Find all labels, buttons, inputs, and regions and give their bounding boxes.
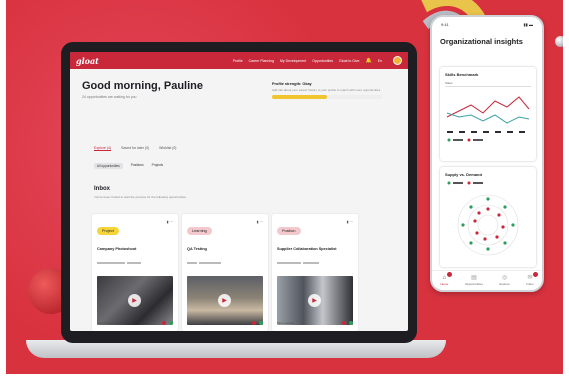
dislike-icon[interactable] xyxy=(252,321,256,325)
laptop-frame: gloat Profile Career Planning My Develop… xyxy=(61,42,417,343)
filter-positions[interactable]: Positions xyxy=(131,163,144,169)
phone-status-bar: 9:41 ▮▮ ▬ xyxy=(432,17,542,27)
inbox-heading: Inbox xyxy=(94,186,110,192)
user-avatar[interactable] xyxy=(393,56,402,65)
tab-inbox[interactable]: ✉ Inbox xyxy=(526,272,538,286)
skills-benchmark-title: Skills Benchmark xyxy=(445,72,479,77)
card-footer: More Details xyxy=(97,321,173,325)
skills-benchmark-panel: Skills Benchmark Sales xyxy=(440,67,536,161)
card-meta-placeholder xyxy=(277,254,353,272)
tab-saved-for-later[interactable]: Saved for later (0) xyxy=(121,146,149,151)
card-tag: Project xyxy=(97,227,119,235)
nav-link-profile[interactable]: Profile xyxy=(233,59,243,63)
opportunity-filter-tabs: All opportunities Positions Projects xyxy=(94,163,163,169)
app-logo[interactable]: gloat xyxy=(76,56,99,66)
card-tag: Learning xyxy=(187,227,212,235)
supply-demand-panel: Supply vs. Demand xyxy=(440,167,536,267)
opportunity-card[interactable]: Position ▮ ⋯ Supplier Collaboration Spec… xyxy=(272,214,358,331)
opportunity-card[interactable]: Learning ▮ ⋯ QA Testing ▶ More Details xyxy=(182,214,268,331)
bell-icon[interactable]: 🔔 xyxy=(365,58,371,64)
play-icon[interactable]: ▶ xyxy=(218,294,231,307)
explore-tabs: Explore (4) Saved for later (0) Wishlist… xyxy=(94,146,176,151)
like-icon[interactable] xyxy=(169,321,173,325)
card-video-thumbnail[interactable]: ▶ xyxy=(277,276,353,325)
tab-wishlist[interactable]: Wishlist (0) xyxy=(159,146,176,151)
signal-icon: ▮▮ ▬ xyxy=(523,22,533,27)
profile-strength-title: Profile strength: Okay xyxy=(272,82,312,86)
opportunity-card[interactable]: Project ▮ ⋯ Company Photoshoot ▶ More De… xyxy=(92,214,178,331)
inbox-subtitle: You've been invited to start the process… xyxy=(94,195,187,199)
like-icon[interactable] xyxy=(349,321,353,325)
phone-mockup: 9:41 ▮▮ ▬ Organizational insights Skills… xyxy=(430,15,544,292)
profile-strength-description: Add info about your career history to yo… xyxy=(272,88,381,92)
card-video-thumbnail[interactable]: ▶ xyxy=(187,276,263,325)
nav-link-career-planning[interactable]: Career Planning xyxy=(249,59,274,63)
dislike-icon[interactable] xyxy=(342,321,346,325)
notification-badge xyxy=(532,272,538,277)
laptop-screen: gloat Profile Career Planning My Develop… xyxy=(70,52,408,331)
tab-explore[interactable]: ◎ Explore xyxy=(500,275,510,286)
profile-strength-bar xyxy=(272,95,382,99)
card-video-thumbnail[interactable]: ▶ xyxy=(97,276,173,325)
tab-explore[interactable]: Explore (4) xyxy=(94,146,112,151)
card-meta-placeholder xyxy=(97,254,173,272)
more-details-link[interactable]: More Details xyxy=(97,321,114,325)
card-title: Supplier Collaboration Specialist xyxy=(277,247,337,251)
tab-opportunities[interactable]: ▤ Opportunities xyxy=(465,275,483,286)
background-scene: gloat Profile Career Planning My Develop… xyxy=(6,0,563,374)
language-selector[interactable]: En xyxy=(378,59,382,63)
tab-inbox-label: Inbox xyxy=(526,282,534,286)
play-icon[interactable]: ▶ xyxy=(308,294,321,307)
supply-demand-radar-chart xyxy=(447,181,519,256)
compass-icon: ◎ xyxy=(501,275,508,281)
tab-explore-label: Explore xyxy=(499,282,510,286)
dislike-icon[interactable] xyxy=(162,321,166,325)
card-title: QA Testing xyxy=(187,247,207,251)
nav-link-gloat-to-give[interactable]: Gloat to Give xyxy=(339,59,359,63)
filter-all-opportunities[interactable]: All opportunities xyxy=(94,163,123,169)
card-actions-icon[interactable]: ▮ ⋯ xyxy=(257,220,263,224)
top-navigation-bar: gloat Profile Career Planning My Develop… xyxy=(70,52,408,69)
briefcase-icon: ▤ xyxy=(471,275,477,281)
card-actions-icon[interactable]: ▮ ⋯ xyxy=(167,220,173,224)
card-tag: Position xyxy=(277,227,301,235)
card-meta-placeholder xyxy=(187,254,263,272)
nav-link-opportunities[interactable]: Opportunities xyxy=(312,59,333,63)
tab-home-label: Home xyxy=(440,282,449,286)
phone-tab-bar: ⌂ Home ▤ Opportunities ◎ Explore ✉ Inbox xyxy=(432,270,542,290)
nav-link-my-development[interactable]: My Development xyxy=(280,59,306,63)
profile-strength-widget: Profile strength: Okay Add info about yo… xyxy=(272,82,382,99)
phone-page-title: Organizational insights xyxy=(440,37,523,46)
main-nav: Profile Career Planning My Development O… xyxy=(233,56,402,65)
tab-opportunities-label: Opportunities xyxy=(465,282,483,286)
card-actions-icon[interactable]: ▮ ⋯ xyxy=(347,220,353,224)
skills-benchmark-chart xyxy=(446,96,530,142)
decorative-silver-sphere xyxy=(555,36,563,47)
like-icon[interactable] xyxy=(259,321,263,325)
more-details-link[interactable]: More Details xyxy=(277,321,294,325)
notification-badge xyxy=(447,272,453,277)
opportunity-cards: Project ▮ ⋯ Company Photoshoot ▶ More De… xyxy=(92,214,358,331)
card-footer: More Details xyxy=(187,321,263,325)
phone-time: 9:41 xyxy=(441,22,449,27)
tab-home[interactable]: ⌂ Home xyxy=(440,272,453,286)
card-footer: More Details xyxy=(277,321,353,325)
play-icon[interactable]: ▶ xyxy=(128,294,141,307)
more-details-link[interactable]: More Details xyxy=(187,321,204,325)
filter-projects[interactable]: Projects xyxy=(152,163,164,169)
profile-strength-fill xyxy=(272,95,327,99)
card-title: Company Photoshoot xyxy=(97,247,137,251)
